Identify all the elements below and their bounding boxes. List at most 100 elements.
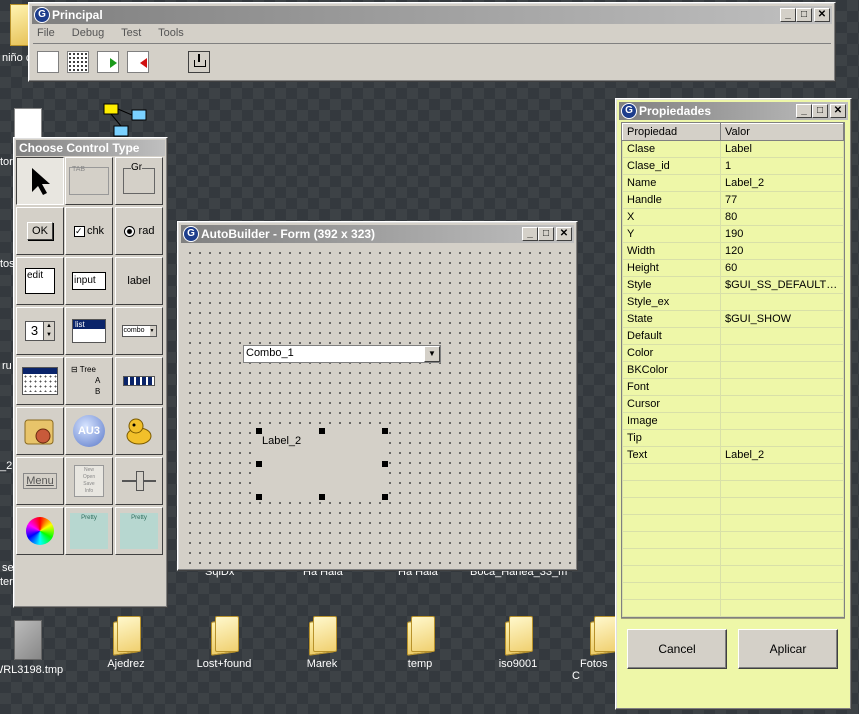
menu-tools[interactable]: Tools xyxy=(158,27,184,39)
new-form-tool-button[interactable] xyxy=(37,51,59,73)
property-value[interactable] xyxy=(720,293,844,311)
properties-titlebar[interactable]: G Propiedades _ □ ✕ xyxy=(619,102,848,120)
property-value[interactable] xyxy=(720,395,844,413)
tab-control-tool[interactable]: TAB xyxy=(65,157,113,205)
property-row[interactable]: Style_ex xyxy=(622,293,844,311)
property-row[interactable]: Color xyxy=(622,344,844,362)
property-row[interactable]: Clase_id 1 xyxy=(622,157,844,175)
avi-control-tool[interactable] xyxy=(115,407,163,455)
property-row[interactable]: Height 60 xyxy=(622,259,844,277)
progress-control-tool[interactable] xyxy=(115,357,163,405)
property-row[interactable]: Name Label_2 xyxy=(622,174,844,192)
pointer-tool[interactable] xyxy=(16,157,64,205)
property-value[interactable] xyxy=(720,327,844,345)
updown-control-tool[interactable]: 3 ▲ ▼ xyxy=(16,307,64,355)
desktop-icon-temp[interactable]: temp xyxy=(380,614,460,670)
button-control-tool[interactable]: OK xyxy=(16,207,64,255)
context-menu-control-tool[interactable]: New Open Save Info xyxy=(65,457,113,505)
grid-tool-button[interactable] xyxy=(67,51,89,73)
property-row[interactable]: Font xyxy=(622,378,844,396)
input-control-tool[interactable]: input xyxy=(65,257,113,305)
menu-file[interactable]: File xyxy=(37,27,55,39)
property-value[interactable]: 1 xyxy=(720,157,844,175)
slider-control-tool[interactable] xyxy=(115,457,163,505)
maximize-button[interactable]: □ xyxy=(538,227,554,241)
property-row[interactable]: State $GUI_SHOW xyxy=(622,310,844,328)
property-row[interactable]: Width 120 xyxy=(622,242,844,260)
au3-control-tool[interactable]: AU3 xyxy=(65,407,113,455)
edit-control-tool[interactable]: edit xyxy=(16,257,64,305)
list-control-tool[interactable]: list xyxy=(65,307,113,355)
property-row[interactable]: Clase Label xyxy=(622,140,844,158)
apply-button[interactable]: Aplicar xyxy=(738,629,838,669)
date-control-tool[interactable] xyxy=(16,357,64,405)
resize-handle[interactable] xyxy=(256,428,262,434)
property-value[interactable] xyxy=(720,378,844,396)
property-row[interactable]: Style $GUI_SS_DEFAULT_... xyxy=(622,276,844,294)
property-row[interactable]: Handle 77 xyxy=(622,191,844,209)
principal-titlebar[interactable]: G Principal _ □ ✕ xyxy=(32,6,832,24)
checkbox-control-tool[interactable]: ✓ chk xyxy=(65,207,113,255)
column-header-propiedad[interactable]: Propiedad xyxy=(622,123,721,141)
property-value[interactable]: Label_2 xyxy=(720,446,844,464)
property-value[interactable]: Label_2 xyxy=(720,174,844,192)
property-value[interactable]: 190 xyxy=(720,225,844,243)
resize-handle[interactable] xyxy=(256,461,262,467)
group-control-tool[interactable]: Gr xyxy=(115,157,163,205)
property-row[interactable]: Image xyxy=(622,412,844,430)
combo-1-control[interactable]: Combo_1 ▼ xyxy=(243,345,441,363)
cancel-button[interactable]: Cancel xyxy=(627,629,727,669)
label-control-tool[interactable]: label xyxy=(115,257,163,305)
label-2-control[interactable]: Label_2 xyxy=(258,431,384,497)
run-form-tool-button[interactable] xyxy=(97,51,119,73)
desktop-icon-iso9001[interactable]: iso9001 xyxy=(478,614,558,670)
property-value[interactable]: Label xyxy=(720,140,844,158)
combo-control-tool[interactable]: combo ▼ xyxy=(115,307,163,355)
close-button[interactable]: ✕ xyxy=(556,227,572,241)
save-tool-button[interactable] xyxy=(188,51,210,73)
radio-control-tool[interactable]: rad xyxy=(115,207,163,255)
desktop-icon-wrl3198[interactable]: WRL3198.tmp xyxy=(0,620,68,676)
column-header-valor[interactable]: Valor xyxy=(720,123,844,141)
resize-handle[interactable] xyxy=(256,494,262,500)
property-value[interactable]: 77 xyxy=(720,191,844,209)
property-row[interactable]: Default xyxy=(622,327,844,345)
close-button[interactable]: ✕ xyxy=(814,8,830,22)
minimize-button[interactable]: _ xyxy=(780,8,796,22)
property-value[interactable] xyxy=(720,361,844,379)
menu-test[interactable]: Test xyxy=(121,27,141,39)
property-value[interactable]: 120 xyxy=(720,242,844,260)
close-button[interactable]: ✕ xyxy=(830,104,846,118)
resize-handle[interactable] xyxy=(319,428,325,434)
pretty-control-tool-2[interactable]: Pretty xyxy=(115,507,163,555)
stop-form-tool-button[interactable] xyxy=(127,51,149,73)
desktop-icon-ajedrez[interactable]: Ajedrez xyxy=(86,614,166,670)
color-control-tool[interactable] xyxy=(16,507,64,555)
dropdown-arrow-icon[interactable]: ▼ xyxy=(424,346,440,362)
menu-control-tool[interactable]: Menu xyxy=(16,457,64,505)
chooser-titlebar[interactable]: Choose Control Type xyxy=(16,140,165,156)
resize-handle[interactable] xyxy=(382,428,388,434)
property-row[interactable]: Y 190 xyxy=(622,225,844,243)
icon-control-tool[interactable] xyxy=(16,407,64,455)
property-value[interactable] xyxy=(720,412,844,430)
maximize-button[interactable]: □ xyxy=(796,8,812,22)
minimize-button[interactable]: _ xyxy=(522,227,538,241)
maximize-button[interactable]: □ xyxy=(812,104,828,118)
resize-handle[interactable] xyxy=(319,494,325,500)
property-value[interactable] xyxy=(720,429,844,447)
property-value[interactable]: 80 xyxy=(720,208,844,226)
property-row[interactable]: BKColor xyxy=(622,361,844,379)
resize-handle[interactable] xyxy=(382,494,388,500)
desktop-icon-lostfound[interactable]: Lost+found xyxy=(184,614,264,670)
desktop-icon-fotos[interactable]: Fotos C xyxy=(572,614,616,682)
property-value[interactable]: $GUI_SS_DEFAULT_... xyxy=(720,276,844,294)
property-value[interactable]: $GUI_SHOW xyxy=(720,310,844,328)
minimize-button[interactable]: _ xyxy=(796,104,812,118)
property-row[interactable]: Text Label_2 xyxy=(622,446,844,464)
property-value[interactable]: 60 xyxy=(720,259,844,277)
form-titlebar[interactable]: G AutoBuilder - Form (392 x 323) _ □ ✕ xyxy=(181,225,574,243)
form-canvas[interactable] xyxy=(181,244,574,567)
tree-control-tool[interactable]: ⊟ Tree A B xyxy=(65,357,113,405)
property-row[interactable]: Tip xyxy=(622,429,844,447)
